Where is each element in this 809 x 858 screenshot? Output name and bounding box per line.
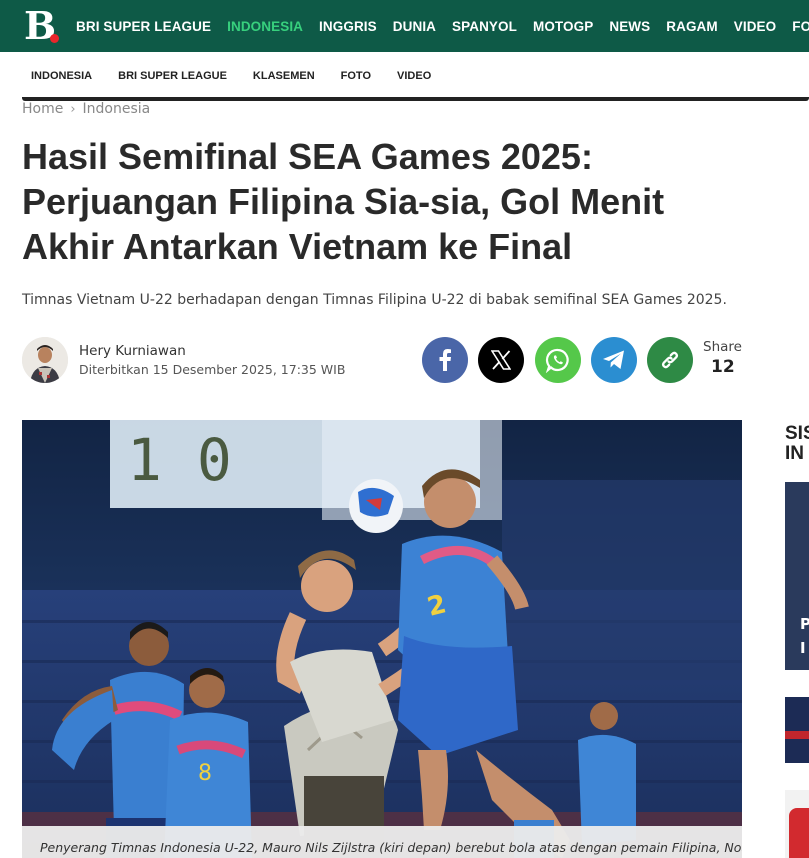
sidebar-title-line-1: SIS bbox=[785, 423, 809, 444]
site-logo[interactable]: B bbox=[24, 4, 59, 48]
sidebar-title-line-2: IN bbox=[785, 443, 804, 464]
breadcrumb-indonesia[interactable]: Indonesia bbox=[83, 101, 151, 117]
share-count: 12 bbox=[711, 357, 735, 377]
telegram-icon bbox=[602, 349, 626, 371]
author-avatar[interactable] bbox=[22, 337, 68, 383]
svg-text:8: 8 bbox=[198, 761, 212, 786]
publish-date: Diterbitkan 15 Desember 2025, 17:35 WIB bbox=[79, 362, 346, 377]
subnav-foto[interactable]: FOTO bbox=[341, 70, 371, 82]
sidebar-thumbnail[interactable] bbox=[785, 697, 809, 763]
share-telegram-button[interactable] bbox=[591, 337, 637, 383]
sub-nav: INDONESIA BRI SUPER LEAGUE KLASEMEN FOTO… bbox=[18, 52, 444, 100]
article-title: Hasil Semifinal SEA Games 2025: Perjuang… bbox=[22, 136, 665, 267]
nav-foto[interactable]: FOTO bbox=[792, 19, 809, 34]
nav-indonesia[interactable]: INDONESIA bbox=[227, 19, 303, 34]
nav-bri-super-league[interactable]: BRI SUPER LEAGUE bbox=[76, 19, 211, 34]
sub-navigation-bar: INDONESIA BRI SUPER LEAGUE KLASEMEN FOTO… bbox=[0, 52, 809, 100]
sidebar-card-text-line-1: P bbox=[800, 615, 809, 633]
nav-video[interactable]: VIDEO bbox=[734, 19, 777, 34]
nav-dunia[interactable]: DUNIA bbox=[393, 19, 436, 34]
football-match-photo: 1 0 8 2 bbox=[22, 420, 742, 858]
subnav-indonesia[interactable]: INDONESIA bbox=[31, 70, 92, 82]
chevron-right-icon: › bbox=[70, 101, 76, 117]
subnav-bri-super-league[interactable]: BRI SUPER LEAGUE bbox=[118, 70, 227, 82]
sidebar-thumbnail-stripe bbox=[785, 731, 809, 739]
link-icon bbox=[659, 349, 681, 371]
sidebar-thumbnail-figure bbox=[789, 808, 809, 858]
share-whatsapp-button[interactable] bbox=[535, 337, 581, 383]
share-link-button[interactable] bbox=[647, 337, 693, 383]
breadcrumb: Home › Indonesia bbox=[22, 101, 150, 117]
sidebar-card-text-line-2: I bbox=[800, 639, 806, 657]
sidebar-title: SIS IN bbox=[785, 424, 809, 464]
top-navigation-bar: B BRI SUPER LEAGUE INDONESIA INGGRIS DUN… bbox=[0, 0, 809, 52]
sidebar-card-text: P I bbox=[800, 612, 809, 660]
share-label: Share bbox=[703, 339, 742, 355]
sidebar-thumbnail[interactable] bbox=[785, 790, 809, 858]
facebook-icon bbox=[438, 349, 452, 371]
photo-caption: Penyerang Timnas Indonesia U-22, Mauro N… bbox=[22, 826, 742, 858]
breadcrumb-home[interactable]: Home bbox=[22, 101, 63, 117]
share-x-button[interactable] bbox=[478, 337, 524, 383]
main-nav: BRI SUPER LEAGUE INDONESIA INGGRIS DUNIA… bbox=[76, 0, 809, 52]
subnav-video[interactable]: VIDEO bbox=[397, 70, 431, 82]
nav-spanyol[interactable]: SPANYOL bbox=[452, 19, 517, 34]
article-lead: Timnas Vietnam U-22 berhadapan dengan Ti… bbox=[22, 292, 727, 308]
author-name[interactable]: Hery Kurniawan bbox=[79, 343, 186, 359]
logo-dot bbox=[50, 34, 59, 43]
whatsapp-icon bbox=[545, 347, 571, 373]
nav-motogp[interactable]: MOTOGP bbox=[533, 19, 593, 34]
nav-news[interactable]: NEWS bbox=[609, 19, 650, 34]
share-facebook-button[interactable] bbox=[422, 337, 468, 383]
x-icon bbox=[491, 350, 511, 370]
nav-ragam[interactable]: RAGAM bbox=[666, 19, 718, 34]
sidebar-card[interactable]: P I bbox=[785, 482, 809, 670]
nav-inggris[interactable]: INGGRIS bbox=[319, 19, 377, 34]
subnav-klasemen[interactable]: KLASEMEN bbox=[253, 70, 315, 82]
article-hero-photo[interactable]: 1 0 8 2 bbox=[22, 420, 742, 858]
scoreboard-text: 1 0 bbox=[127, 426, 232, 494]
